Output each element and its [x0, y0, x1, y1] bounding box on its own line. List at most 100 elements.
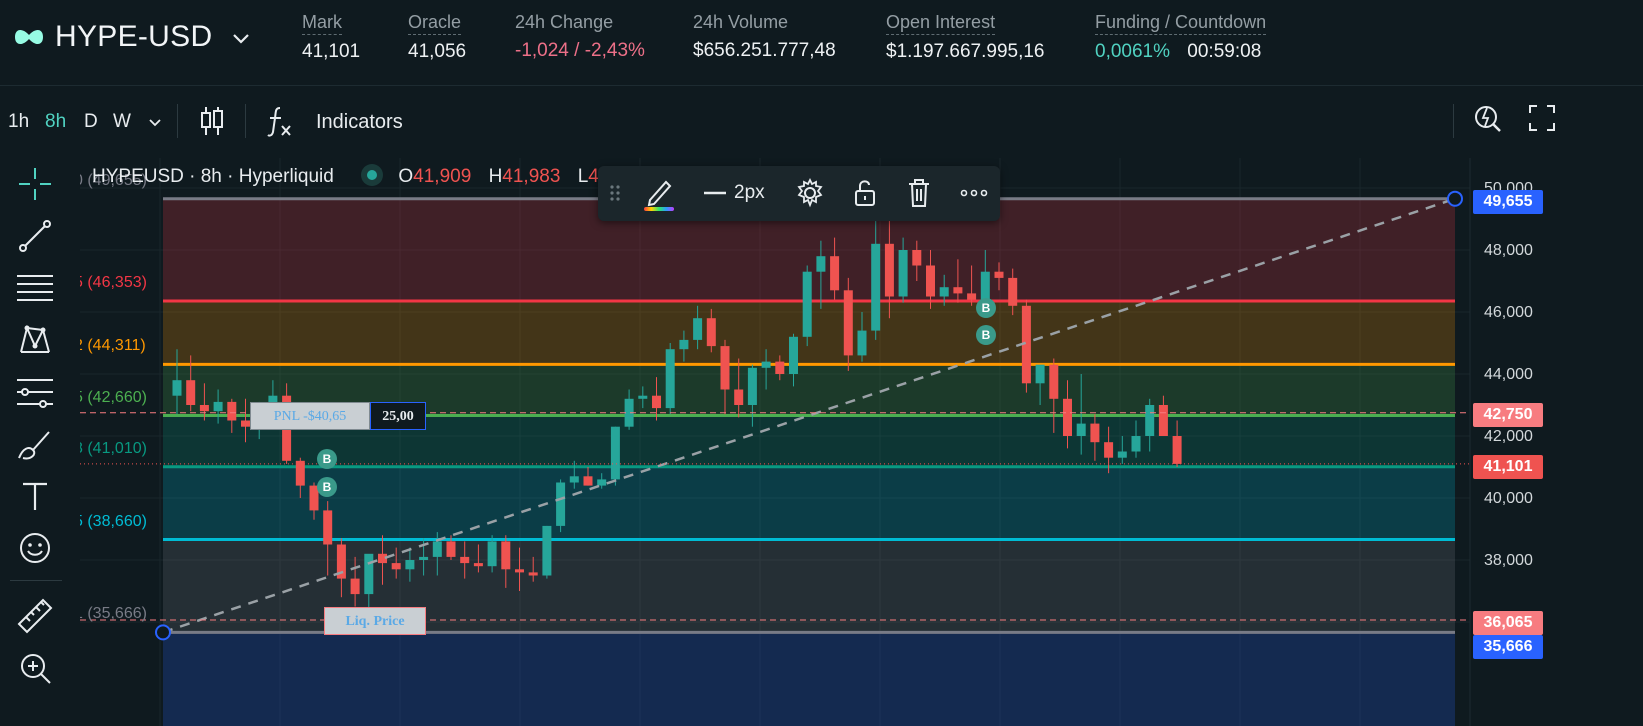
candle-body	[501, 541, 511, 570]
candle-body	[597, 479, 607, 486]
pair-selector[interactable]: HYPE-USD	[55, 20, 212, 54]
indicators-button[interactable]: Indicators	[316, 111, 403, 134]
stat-label[interactable]: Funding / Countdown	[1095, 12, 1267, 35]
pnl-label[interactable]: PNL -$40,65	[250, 402, 370, 430]
pattern-tool[interactable]	[15, 320, 55, 360]
function-icon[interactable]	[266, 104, 294, 138]
candle-body	[980, 271, 990, 300]
candle-body	[1145, 405, 1155, 436]
stat-label[interactable]: Open Interest	[886, 12, 996, 35]
position-size[interactable]: 25,00	[370, 402, 426, 430]
candle-body	[186, 380, 196, 405]
fib-level-label: 2 (44,311)	[80, 337, 146, 355]
zoom-in-icon	[21, 654, 51, 684]
drag-handle-icon[interactable]	[608, 174, 622, 212]
stat-label[interactable]: Oracle	[408, 12, 462, 35]
buy-marker[interactable]: B	[317, 477, 337, 497]
candle-body	[241, 420, 250, 427]
fib-zone	[163, 466, 1455, 540]
candle-body	[1035, 364, 1045, 384]
emoji-tool[interactable]	[15, 528, 55, 568]
trendline-tool[interactable]	[15, 216, 55, 256]
alert-search-icon[interactable]	[1472, 102, 1504, 134]
liq-price-label[interactable]: Liq. Price	[324, 607, 426, 635]
crosshair-tool[interactable]	[15, 164, 55, 204]
stat-funding: Funding / Countdown 0,0061% 00:59:08	[1095, 12, 1267, 63]
line-width-label[interactable]: 2px	[734, 182, 765, 204]
pencil-color-icon[interactable]	[640, 174, 678, 212]
stat-label[interactable]: Mark	[302, 12, 342, 35]
candle-body	[473, 563, 483, 567]
chart-legend: HYPEUSD · 8h · Hyperliquid O41,909 H41,9…	[92, 164, 625, 188]
candle-body	[638, 395, 648, 399]
brush-tool[interactable]	[15, 424, 55, 464]
candle-body	[460, 556, 470, 564]
candle-body	[1076, 423, 1086, 436]
candlestick-chart-icon[interactable]	[198, 103, 226, 139]
timeframe-w[interactable]: W	[113, 111, 131, 133]
stat-label: 24h Volume	[693, 12, 789, 32]
ohlc-h-label: H	[488, 166, 503, 187]
candle-body	[227, 401, 237, 421]
stat-value: $1.197.667.995,16	[886, 41, 1045, 62]
ohlc-o-label: O	[398, 166, 414, 187]
candle-body	[884, 243, 894, 297]
more-options-icon[interactable]	[958, 174, 990, 212]
candle-body	[556, 482, 566, 526]
stat-label: 24h Change	[515, 12, 614, 32]
symbol-label[interactable]: HYPEUSD · 8h · Hyperliquid	[92, 166, 334, 187]
funding-values: 0,0061% 00:59:08	[1095, 41, 1266, 63]
timeframe-d[interactable]: D	[84, 111, 98, 133]
stat-open-interest: Open Interest $1.197.667.995,16	[886, 12, 1045, 63]
zoom-tool[interactable]	[15, 648, 55, 688]
candle-body	[706, 318, 716, 347]
chart-canvas[interactable]	[80, 158, 1643, 726]
candle-body	[1049, 364, 1059, 399]
candle-body	[679, 339, 689, 350]
chevron-down-icon[interactable]	[228, 26, 254, 52]
trendline-handle	[155, 624, 171, 641]
timeframe-1h[interactable]: 1h	[8, 111, 29, 133]
fib-level-label: 5 (46,353)	[80, 274, 147, 292]
trendline-icon	[19, 220, 51, 252]
unlock-icon[interactable]	[850, 174, 880, 212]
ohlc-open: O41,909	[398, 166, 471, 187]
candle-body	[898, 250, 908, 297]
ohlc-high: H41,983	[489, 166, 561, 187]
visibility-icon[interactable]	[361, 164, 384, 186]
candle-body	[1008, 277, 1018, 306]
trash-icon[interactable]	[904, 174, 934, 212]
candle-body	[583, 476, 593, 486]
candle-body	[1117, 451, 1127, 458]
candle-body	[350, 578, 360, 595]
text-tool[interactable]	[15, 476, 55, 516]
trendline-handle	[1447, 190, 1463, 207]
horizontal-lines-tool[interactable]	[15, 268, 55, 308]
gear-icon[interactable]	[794, 174, 826, 212]
axis-tick: 40,000	[1484, 490, 1533, 507]
buy-marker[interactable]: B	[317, 449, 337, 469]
stat-value: -1,024 / -2,43%	[515, 40, 645, 61]
fullscreen-icon[interactable]	[1528, 104, 1556, 132]
emoji-icon	[20, 533, 50, 563]
candle-body	[172, 380, 182, 396]
candle-body	[843, 290, 853, 356]
funding-rate: 0,0061%	[1095, 41, 1171, 62]
fib-level-label: 8 (41,010)	[80, 439, 147, 457]
candle-body	[515, 569, 524, 573]
chevron-down-icon[interactable]	[147, 115, 163, 131]
timeframe-8h[interactable]: 8h	[45, 111, 66, 133]
price-chart[interactable]: 0 (49,655) 5 (46,353) 2 (44,311) 5 (42,660)…	[80, 158, 1643, 726]
line-width-icon[interactable]	[702, 174, 728, 212]
ruler-tool[interactable]	[15, 596, 55, 636]
buy-marker[interactable]: B	[976, 325, 996, 345]
ruler-icon	[17, 598, 53, 634]
candle-body	[871, 243, 881, 331]
candle-body	[734, 389, 744, 405]
candle-body	[926, 265, 935, 297]
candle-body	[364, 553, 374, 595]
market-header: HYPE-USD Mark 41,101 Oracle 41,056 24h C…	[0, 0, 1643, 86]
buy-marker[interactable]: B	[976, 298, 996, 318]
candle-body	[1104, 442, 1114, 458]
forecast-tool[interactable]	[15, 372, 55, 412]
